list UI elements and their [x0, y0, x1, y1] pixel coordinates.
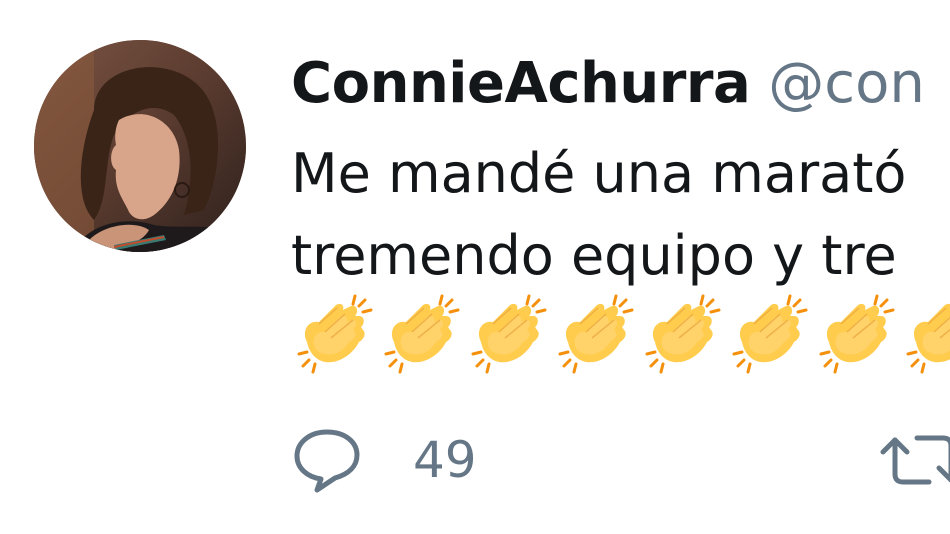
reply-button[interactable]: 49	[291, 424, 477, 496]
speech-bubble-icon	[294, 429, 360, 493]
clapping-hands-icon	[732, 294, 808, 374]
emoji-row	[295, 292, 950, 374]
avatar[interactable]	[34, 40, 246, 252]
display-name[interactable]: ConnieAchurra	[291, 51, 751, 116]
clapping-hands-icon	[819, 294, 895, 374]
reply-count: 49	[413, 431, 477, 489]
tweet-header: ConnieAchurra @con	[291, 50, 925, 118]
tweet-card[interactable]: ConnieAchurra @con Me mandé una marató tr…	[0, 0, 950, 534]
tweet-actions: 49	[291, 420, 950, 500]
tweet-text-line-1: Me mandé una marató	[291, 142, 907, 205]
clapping-hands-icon	[384, 294, 460, 374]
clapping-hands-icon	[645, 294, 721, 374]
clapping-hands-icon	[558, 294, 634, 374]
clapping-hands-icon	[906, 303, 950, 374]
user-handle[interactable]: @con	[768, 51, 925, 116]
retweet-button[interactable]	[877, 430, 950, 490]
clapping-hands-icon	[471, 294, 547, 374]
clapping-hands-icon	[297, 294, 373, 374]
retweet-arrows-icon	[880, 435, 950, 485]
tweet-text-line-2: tremendo equipo y tre	[291, 224, 897, 287]
avatar-photo	[34, 40, 246, 252]
tweet-content: ConnieAchurra @con Me mandé una marató tr…	[291, 0, 950, 534]
